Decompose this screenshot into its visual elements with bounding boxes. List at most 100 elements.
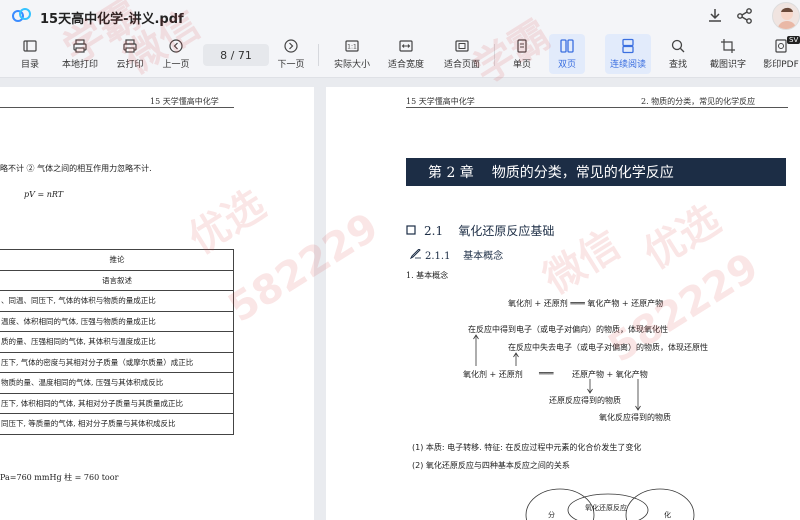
download-icon[interactable]	[705, 6, 725, 26]
toc-button[interactable]: 目录	[14, 34, 46, 74]
table-cell: 、同温、同压下, 气体的体积与物质的量成正比	[0, 290, 234, 312]
pressure-conversion-line: Pa=760 mmHg 柱 = 760 toor	[0, 473, 119, 482]
note-lose-electrons: 在反应中失去电子（或电子对偏离）的物质，体现还原性	[508, 343, 708, 352]
actual-size-icon: 1:1	[345, 40, 359, 52]
double-page-label: 双页	[557, 60, 576, 70]
user-avatar[interactable]	[772, 2, 800, 30]
search-label: 查找	[668, 60, 687, 70]
prev-page-icon	[169, 39, 183, 53]
next-page-label: 下一页	[277, 60, 305, 70]
table-cell: 同压下, 等质量的气体, 相对分子质量与其体积成反比	[0, 413, 234, 435]
right-running-head-right: 2. 物质的分类，常见的化学反应	[641, 97, 756, 106]
toolbar-divider	[318, 44, 319, 66]
cloud-print-label: 云打印	[116, 60, 144, 70]
table-header-row: 推论	[0, 249, 234, 271]
section-heading: 2.1 氧化还原反应基础	[424, 222, 554, 239]
prev-page-label: 上一页	[162, 60, 190, 70]
toc-icon	[23, 40, 37, 52]
app-logo-icon	[12, 8, 31, 22]
table-header-cell: 推论	[0, 249, 234, 271]
table-row: 质的量、压强相同的气体, 其体积与温度成正比	[0, 331, 234, 353]
local-print-button[interactable]: 本地打印	[58, 34, 102, 74]
search-icon	[671, 39, 685, 53]
table-cell: 质的量、压强相同的气体, 其体积与温度成正比	[0, 331, 234, 353]
printer-icon	[73, 39, 87, 53]
cloud-print-button[interactable]: 云打印	[112, 34, 148, 74]
table-row: 压下, 气体的密度与其相对分子质量（或摩尔质量）成正比	[0, 351, 234, 373]
pencil-icon	[410, 249, 421, 259]
table-row: 物质的量、温度相同的气体, 压强与其体积成反比	[0, 372, 234, 394]
continuous-read-label: 连续阅读	[609, 60, 646, 70]
equation2-products: 还原产物 + 氧化产物	[572, 370, 648, 379]
double-page-icon	[560, 39, 574, 53]
right-head-rule	[406, 107, 788, 108]
prev-page-button[interactable]: 上一页	[158, 34, 194, 74]
table-row: 压下, 体积相同的气体, 其相对分子质量与其质量成正比	[0, 392, 234, 414]
avatar-icon	[777, 7, 797, 29]
next-page-icon	[284, 39, 298, 53]
section-title: 氧化还原反应基础	[458, 224, 555, 238]
actual-size-label: 实际大小	[333, 60, 370, 70]
venn-label-redox: 氧化还原反应	[585, 504, 627, 512]
left-head-rule	[0, 107, 234, 108]
equation2-sign: ═══	[539, 369, 554, 378]
equation2-reactants: 氧化剂 + 还原剂	[463, 370, 523, 379]
table-row: 同压下, 等质量的气体, 相对分子质量与其体积成反比	[0, 413, 234, 435]
inference-table: 推论 语言叙述 、同温、同压下, 气体的体积与物质的量成正比 温度、体积相同的气…	[0, 249, 234, 435]
continuous-read-button[interactable]: 连续阅读	[605, 34, 651, 74]
subsection-heading: 2.1.1 基本概念	[425, 247, 503, 262]
chapter-title: 物质的分类，常见的化学反应	[491, 165, 674, 181]
fit-page-label: 适合页面	[443, 60, 480, 70]
redox-equation: 氧化剂 + 还原剂 ═══ 氧化产物 + 还原产物	[508, 299, 664, 308]
right-running-head-left: 15 天学懂高中化学	[406, 97, 475, 106]
title-bar: 15天高中化学-讲义.pdf	[0, 0, 800, 32]
chapter-number: 第 2 章	[428, 165, 474, 181]
table-subheader-row: 语言叙述	[0, 269, 234, 291]
local-print-label: 本地打印	[61, 60, 98, 70]
fit-width-button[interactable]: 适合宽度	[384, 34, 428, 74]
svg-text:1:1: 1:1	[347, 44, 357, 51]
chapter-banner: 第 2 章 物质的分类，常见的化学反应	[406, 158, 786, 186]
subsection-number: 2.1.1	[425, 251, 451, 262]
single-page-label: 单页	[512, 60, 531, 70]
toolbar-divider	[494, 44, 495, 66]
table-cell: 温度、体积相同的气体, 压强与物质的量成正比	[0, 310, 234, 332]
note-gain-electrons: 在反应中得到电子（或电子对偏向）的物质，体现氧化性	[468, 325, 668, 334]
single-page-button[interactable]: 单页	[506, 34, 538, 74]
subsection-title: 基本概念	[463, 251, 504, 262]
note-reduction-product: 还原反应得到的物质	[549, 396, 621, 405]
fit-width-label: 适合宽度	[387, 60, 424, 70]
next-page-button[interactable]: 下一页	[273, 34, 309, 74]
venn-label-left: 分	[548, 511, 555, 519]
continuous-read-icon	[622, 38, 634, 54]
page-number-input[interactable]: 8 / 71	[203, 44, 269, 66]
screenshot-ocr-label: 截图识字	[709, 60, 746, 70]
section-square-icon	[406, 225, 416, 235]
fit-page-icon	[455, 40, 469, 52]
table-row: 、同温、同压下, 气体的体积与物质的量成正比	[0, 290, 234, 312]
double-page-button[interactable]: 双页	[549, 34, 585, 74]
search-button[interactable]: 查找	[662, 34, 694, 74]
section-number: 2.1	[424, 224, 444, 238]
table-cell: 物质的量、温度相同的气体, 压强与其体积成反比	[0, 372, 234, 394]
share-icon[interactable]	[735, 6, 755, 26]
formula-ideal-gas: pV = nRT	[24, 190, 64, 199]
actual-size-button[interactable]: 1:1 实际大小	[330, 34, 374, 74]
table-cell: 压下, 气体的密度与其相对分子质量（或摩尔质量）成正比	[0, 351, 234, 373]
toc-label: 目录	[20, 60, 39, 70]
table-cell: 压下, 体积相同的气体, 其相对分子质量与其质量成正比	[0, 392, 234, 414]
fit-page-button[interactable]: 适合页面	[440, 34, 484, 74]
left-running-head: 15 天学懂高中化学	[150, 97, 219, 106]
left-text-line: 略不计 ② 气体之间的相互作用力忽略不计.	[0, 164, 152, 173]
document-title: 15天高中化学-讲义.pdf	[40, 12, 184, 27]
screenshot-ocr-icon	[721, 39, 735, 53]
scan-pdf-label: 影印PDF	[763, 60, 799, 70]
point-essence: (1) 本质: 电子转移. 特征: 在反应过程中元素的化合价发生了变化	[412, 443, 642, 452]
screenshot-ocr-button[interactable]: 截图识字	[706, 34, 750, 74]
note-oxidation-product: 氧化反应得到的物质	[599, 413, 671, 422]
fit-width-icon	[399, 40, 413, 52]
single-page-icon	[517, 39, 527, 53]
vip-badge: SV	[787, 36, 800, 44]
item-basic-concepts: 1. 基本概念	[406, 271, 449, 280]
venn-label-right: 化	[664, 511, 671, 519]
